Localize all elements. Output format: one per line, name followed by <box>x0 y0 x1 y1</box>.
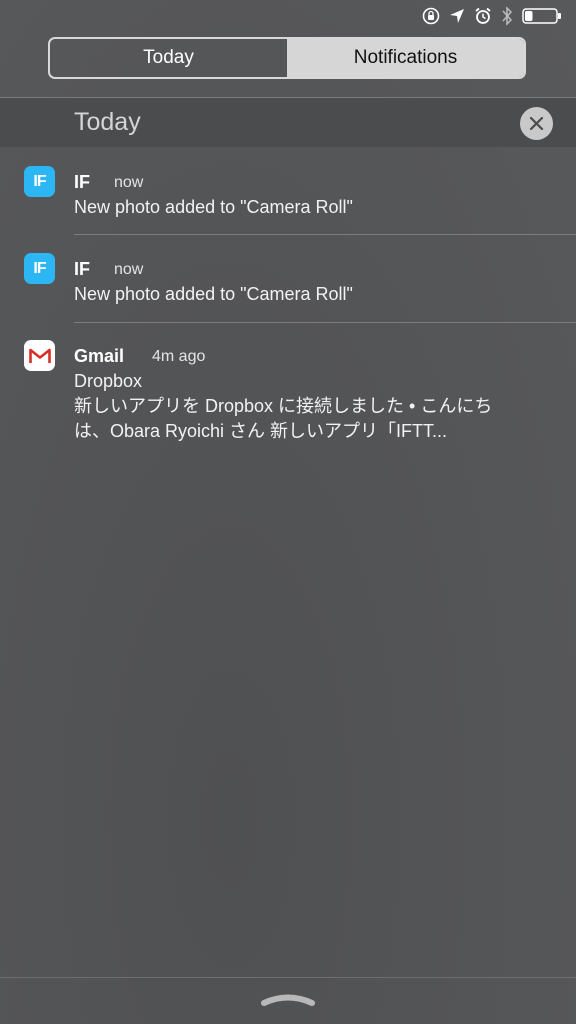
alarm-icon <box>475 7 491 24</box>
battery-icon <box>522 8 561 24</box>
bottom-divider <box>0 977 576 978</box>
notification-app-name: IF <box>74 259 90 279</box>
if-app-icon: IF <box>24 166 55 197</box>
notification-time: 4m ago <box>152 348 206 365</box>
separator <box>74 322 576 323</box>
notification-time: now <box>114 174 144 191</box>
chevron-up-icon <box>261 994 315 1006</box>
section-title: Today <box>74 108 141 136</box>
clear-section-button[interactable] <box>520 107 553 140</box>
view-segmented-control: Today Notifications <box>48 37 526 79</box>
notification-app-name: Gmail <box>74 346 125 366</box>
notification-body: 新しいアプリを Dropbox に接続しました • こんにち <box>74 396 493 416</box>
notification-body-continued: は、Obara Ryoichi さん 新しいアプリ「IFTT... <box>74 421 448 441</box>
bluetooth-icon <box>502 6 513 26</box>
tab-today[interactable]: Today <box>50 39 287 77</box>
status-icons <box>422 6 562 26</box>
location-arrow-icon <box>450 9 464 23</box>
close-icon <box>529 116 544 131</box>
separator <box>74 234 576 235</box>
notification-app-name: IF <box>74 172 90 192</box>
status-bar <box>0 0 576 32</box>
if-app-icon: IF <box>24 253 55 284</box>
notification-body: New photo added to "Camera Roll" <box>74 284 353 304</box>
notification-item[interactable]: IF IF now New photo added to "Camera Rol… <box>0 160 576 234</box>
close-handle[interactable] <box>258 990 318 1015</box>
notification-item[interactable]: Gmail 4m ago Dropbox 新しいアプリを Dropbox に接続… <box>0 336 576 456</box>
section-header: Today <box>0 98 576 147</box>
notification-body: New photo added to "Camera Roll" <box>74 197 353 217</box>
gmail-app-icon <box>24 340 55 371</box>
notification-time: now <box>114 261 144 278</box>
notification-subject: Dropbox <box>74 371 143 391</box>
tab-notifications[interactable]: Notifications <box>287 39 524 77</box>
gmail-m-icon <box>28 348 51 363</box>
orientation-lock-icon <box>422 7 440 25</box>
notification-item[interactable]: IF IF now New photo added to "Camera Rol… <box>0 248 576 322</box>
